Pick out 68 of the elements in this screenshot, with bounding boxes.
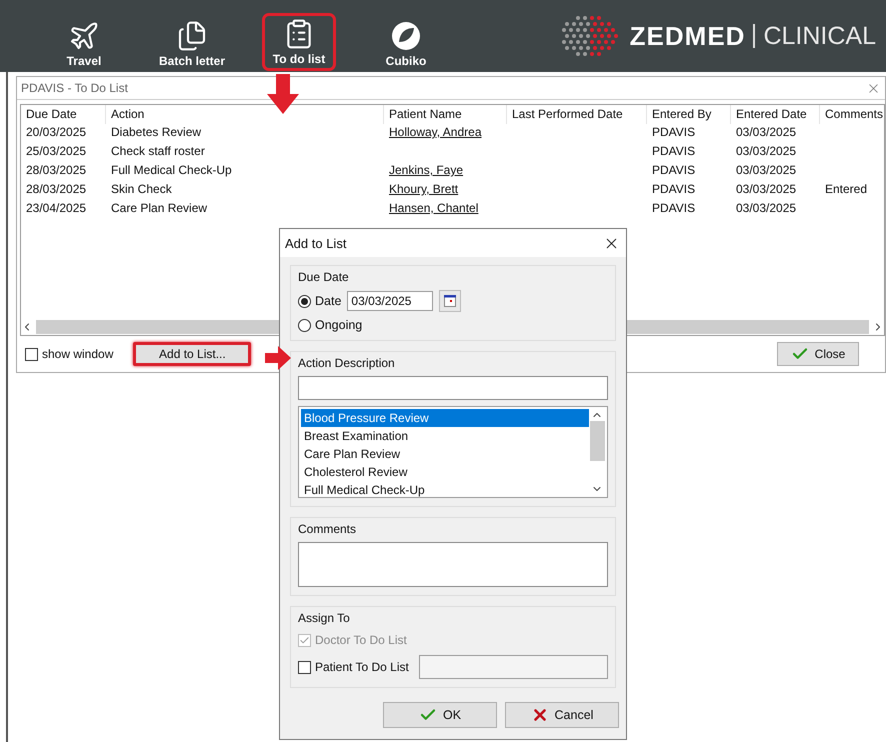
table-cell-text: Skin Check	[110, 181, 173, 198]
assign-checkbox[interactable]: Patient To Do List	[298, 660, 409, 674]
table-cell-text: 25/03/2025	[25, 143, 88, 160]
toolbar-button[interactable]: Batch letter	[155, 14, 229, 70]
group-label: Due Date	[298, 270, 350, 284]
table-cell-text: 28/03/2025	[25, 162, 88, 179]
list-item[interactable]: Care Plan Review	[301, 445, 589, 463]
date-field[interactable]: 03/03/2025	[347, 291, 434, 311]
table-cell-text: PDAVIS	[651, 143, 696, 160]
right-arrow-icon	[265, 346, 291, 370]
table-cell-text: PDAVIS	[651, 162, 696, 179]
radio-option[interactable]: Ongoing	[298, 318, 362, 332]
group-label: Comments	[298, 522, 358, 536]
table-cell-text: 03/03/2025	[735, 200, 798, 217]
toolbar-button[interactable]: Cubiko	[369, 14, 443, 70]
action-input-field[interactable]	[298, 376, 608, 400]
table-cell-text: 03/03/2025	[735, 124, 798, 141]
column-header[interactable]: Entered By	[647, 105, 731, 124]
table-cell-text: Care Plan Review	[110, 200, 208, 217]
plane-icon	[68, 20, 100, 52]
dialog-title: Add to List	[285, 236, 346, 250]
group-label: Action Description	[298, 356, 396, 370]
check-icon	[299, 634, 310, 646]
ok-button[interactable]: OK	[383, 702, 497, 728]
close-button[interactable]: Close	[777, 342, 859, 366]
table-cell-text: PDAVIS	[651, 124, 696, 141]
comments-field[interactable]	[298, 542, 608, 587]
column-header[interactable]: Patient Name	[384, 105, 507, 124]
patient-link[interactable]: Khoury, Brett	[384, 181, 507, 200]
down-arrow-icon	[266, 74, 300, 114]
table-cell-text: 03/03/2025	[735, 181, 798, 198]
show-window-checkbox[interactable]: show window	[25, 347, 114, 361]
list-item[interactable]: Full Medical Check-Up	[301, 481, 589, 499]
list-item[interactable]: Cholesterol Review	[301, 463, 589, 481]
group-label: Assign To	[298, 611, 351, 625]
table-cell-text: Entered	[824, 181, 868, 198]
product-name: CLINICAL	[763, 22, 876, 50]
patient-link[interactable]: Hansen, Chantel	[384, 200, 507, 219]
table-cell-text: 03/03/2025	[735, 162, 798, 179]
column-header[interactable]: Comments	[820, 105, 886, 124]
table-cell-text: 03/03/2025	[735, 143, 798, 160]
column-header[interactable]: Due Date	[21, 105, 106, 124]
table-cell-text: 28/03/2025	[25, 181, 88, 198]
patient-field[interactable]	[418, 655, 608, 679]
patient-link[interactable]: Holloway, Andrea	[384, 124, 507, 143]
documents-icon	[176, 20, 208, 52]
table-cell-text: PDAVIS	[651, 200, 696, 217]
leaf-logo-icon	[390, 20, 422, 52]
radio-option[interactable]: Date	[298, 294, 342, 308]
list-item[interactable]: Blood Pressure Review	[301, 409, 589, 427]
toolbar-button[interactable]: To do list	[262, 13, 336, 71]
table-cell-text: Diabetes Review	[110, 124, 202, 141]
add-to-list-button[interactable]: Add to List...	[133, 342, 252, 366]
list-item[interactable]: Breast Examination	[301, 427, 589, 445]
calendar-icon	[444, 295, 456, 307]
toolbar-button[interactable]: Travel	[47, 14, 121, 70]
cancel-button[interactable]: Cancel	[505, 702, 619, 728]
table-cell-text: 23/04/2025	[25, 200, 88, 217]
column-header[interactable]: Entered Date	[731, 105, 820, 124]
table-cell-text: Full Medical Check-Up	[110, 162, 233, 179]
brand-name: ZEDMED	[630, 20, 746, 52]
calendar-button[interactable]	[439, 290, 462, 312]
column-header[interactable]: Last Performed Date	[507, 105, 647, 124]
table-cell-text: 20/03/2025	[25, 124, 88, 141]
table-cell-text: PDAVIS	[651, 181, 696, 198]
table-cell-text: Check staff roster	[110, 143, 206, 160]
window-title: PDAVIS - To Do List	[21, 81, 128, 95]
patient-link[interactable]: Jenkins, Faye	[384, 162, 507, 181]
